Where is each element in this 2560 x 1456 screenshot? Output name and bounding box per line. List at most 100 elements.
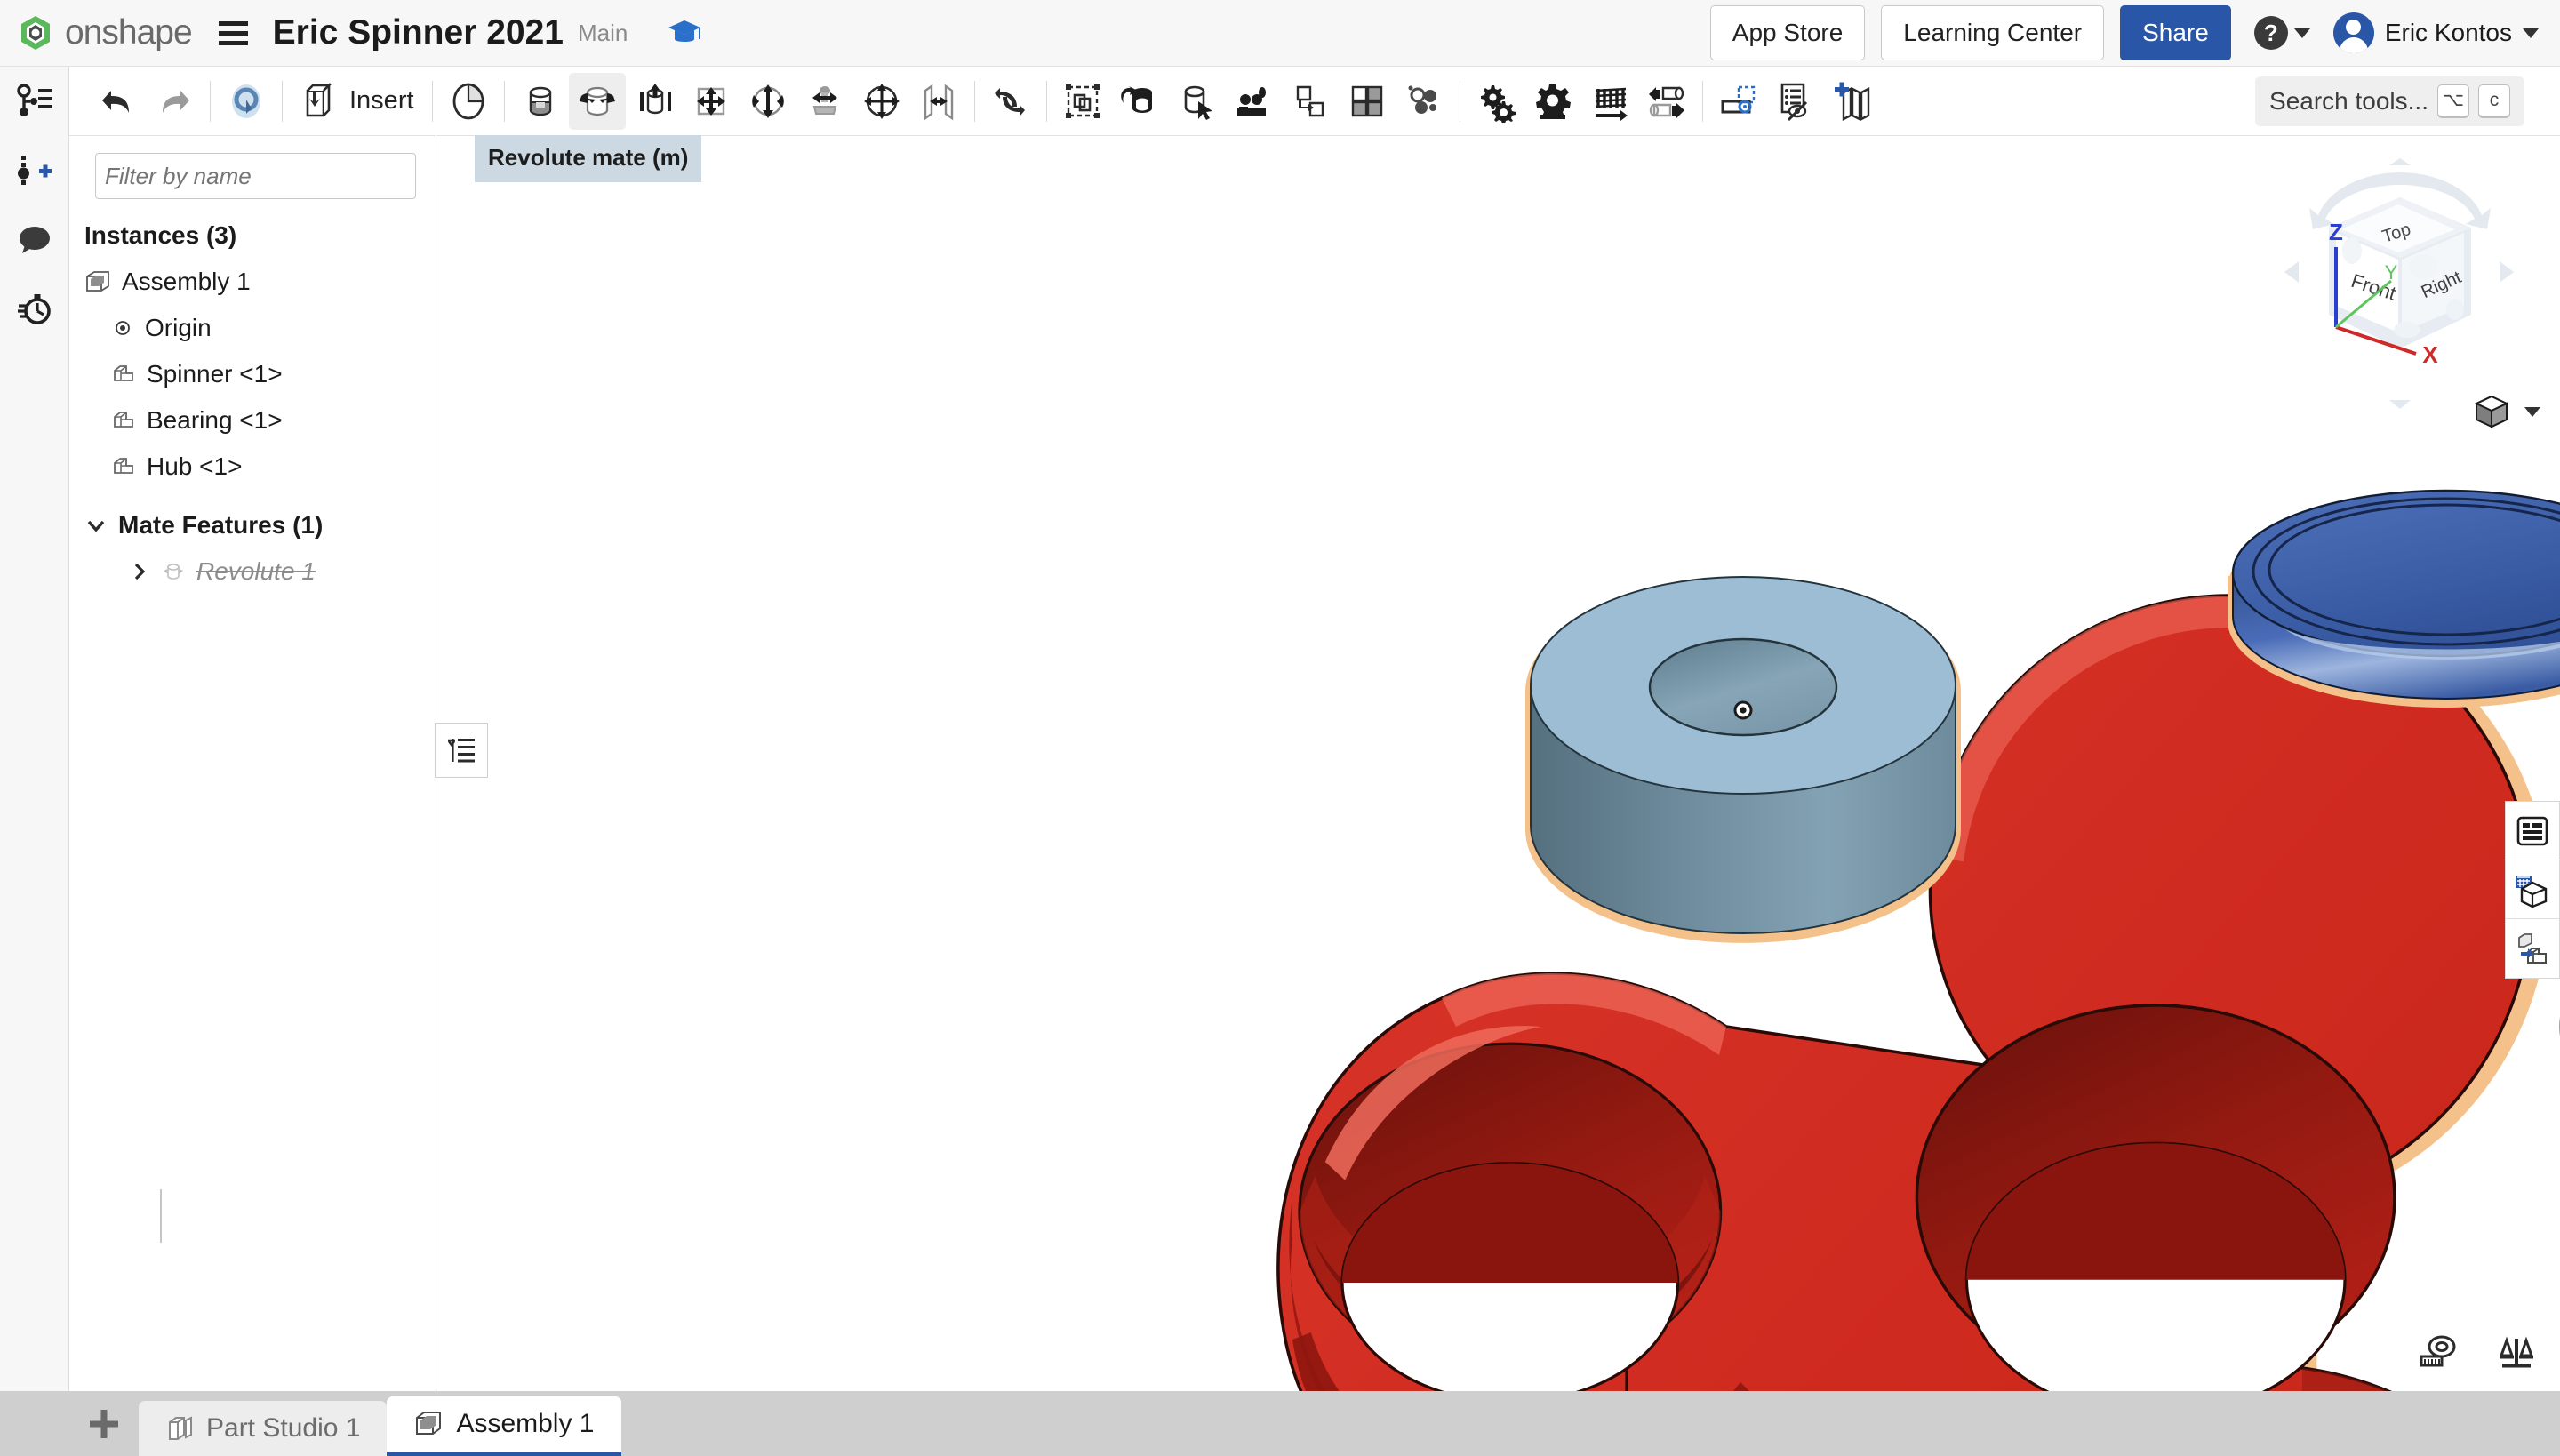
view-cube[interactable]: Top Front Right Z Y X [2267, 158, 2533, 416]
toolbar-divider [1045, 80, 1047, 122]
history-icon[interactable] [0, 275, 69, 344]
help-menu[interactable]: ? [2253, 16, 2310, 50]
tape-measure-icon[interactable] [2418, 1334, 2457, 1370]
mate-connector-icon [452, 83, 484, 119]
toolbar-divider [210, 80, 211, 122]
tab-part-studio-1[interactable]: Part Studio 1 [139, 1401, 388, 1456]
rotate-circle-icon [232, 84, 260, 118]
mate-connector-display-button[interactable] [1710, 73, 1767, 130]
planar-mate-button[interactable] [683, 73, 740, 130]
tab-label: Assembly 1 [456, 1409, 595, 1438]
tree-item-hub[interactable]: Hub <1> [70, 444, 436, 490]
toolbar-divider [973, 80, 975, 122]
mate-relation-button[interactable] [982, 73, 1039, 130]
tree-item-spinner[interactable]: Spinner <1> [70, 351, 436, 397]
search-tools-button[interactable]: Search tools... ⌥ c [2255, 76, 2524, 126]
parallel-mate-button[interactable] [910, 73, 967, 130]
brand-name: onshape [65, 13, 193, 52]
part-studio-icon [169, 1416, 192, 1440]
transform-button[interactable] [218, 73, 275, 130]
revolute-mate-button[interactable] [568, 72, 626, 130]
help-icon: ? [2253, 16, 2288, 50]
chevron-right-icon[interactable] [129, 561, 150, 582]
boolean-button[interactable] [1168, 73, 1225, 130]
header-actions: App Store Learning Center Share ? Eric K… [1694, 5, 2539, 60]
tree-item-revolute-1[interactable]: Revolute 1 [70, 548, 436, 595]
mate-features-header: Mate Features (1) [118, 511, 324, 539]
part-icon [114, 365, 133, 381]
pin-slot-mate-button[interactable] [796, 73, 853, 130]
learning-center-button[interactable]: Learning Center [1881, 5, 2105, 60]
hidden-notes-button[interactable] [1767, 73, 1824, 130]
redo-arrow-icon [163, 90, 189, 113]
undo-button[interactable] [89, 73, 146, 130]
feature-list-icon[interactable] [0, 67, 69, 136]
mate-features-header-row[interactable]: Mate Features (1) [70, 502, 436, 548]
bearing-part[interactable] [1525, 576, 1961, 943]
add-standard-content-icon [1834, 82, 1869, 121]
share-button[interactable]: Share [2120, 5, 2231, 60]
origin-icon [116, 321, 130, 335]
filter-input[interactable] [95, 153, 416, 199]
display-state-icon [2516, 816, 2548, 845]
assembly-icon [416, 1412, 442, 1435]
ball-mate-button[interactable] [853, 73, 910, 130]
group-icon [1065, 84, 1100, 118]
user-menu[interactable]: Eric Kontos [2332, 12, 2539, 53]
appearance-button[interactable] [2506, 919, 2559, 978]
render-button[interactable] [2506, 860, 2559, 919]
slider-mate-button[interactable] [626, 73, 683, 130]
redo-button[interactable] [146, 73, 203, 130]
mate-connector-display-icon [1721, 85, 1755, 113]
scales-icon[interactable] [2498, 1334, 2535, 1370]
tree-item-bearing[interactable]: Bearing <1> [70, 397, 436, 444]
explode-button[interactable] [1339, 73, 1396, 130]
boolean-cylinder-icon [1184, 85, 1212, 120]
3d-viewport[interactable]: Top Front Right Z Y X [436, 136, 2560, 1391]
cad-model[interactable] [436, 136, 2560, 1391]
axis-y-label: Y [2385, 261, 2398, 284]
copy-paste-part-icon [1296, 85, 1324, 116]
fastened-mate-button[interactable] [512, 73, 569, 130]
tree-item-label: Revolute 1 [196, 557, 316, 585]
fastened-mate-icon [529, 86, 551, 116]
tree-item-assembly-1[interactable]: Assembly 1 [70, 259, 436, 305]
view-style-dropdown[interactable] [2471, 392, 2540, 431]
replace-instance-button[interactable] [1111, 73, 1168, 130]
assembly-pattern-button[interactable] [1225, 73, 1282, 130]
hamburger-icon[interactable] [218, 20, 248, 45]
branch-label: Main [577, 19, 628, 46]
undo-arrow-icon [102, 90, 129, 113]
hub-part[interactable] [2228, 489, 2560, 708]
graduation-cap-icon[interactable] [667, 18, 702, 48]
app-store-button[interactable]: App Store [1709, 5, 1866, 60]
insert-button[interactable]: Insert [290, 73, 425, 130]
onshape-logo[interactable]: onshape [16, 13, 193, 52]
tree-item-origin[interactable]: Origin [70, 305, 436, 351]
tab-label: Part Studio 1 [206, 1413, 361, 1443]
display-states-button[interactable] [2506, 802, 2559, 860]
group-button[interactable] [1054, 73, 1111, 130]
mate-connector-button[interactable] [440, 73, 497, 130]
transform-instance-button[interactable] [1638, 73, 1695, 130]
add-tab-button[interactable] [69, 1391, 139, 1456]
configuration-button[interactable] [1468, 73, 1524, 130]
collapse-list-button[interactable] [435, 723, 488, 778]
tab-assembly-1[interactable]: Assembly 1 [387, 1396, 621, 1456]
spring-button[interactable] [1581, 73, 1638, 130]
chevron-down-icon [2293, 28, 2310, 38]
hidden-notes-icon [1780, 83, 1807, 121]
copy-paste-button[interactable] [1282, 73, 1339, 130]
feature-script-button[interactable] [1524, 73, 1581, 130]
toolbar-divider [1701, 80, 1703, 122]
add-standard-content-button[interactable] [1824, 73, 1881, 130]
add-instance-icon[interactable] [0, 136, 69, 205]
assembly-panel: Instances (3) Assembly 1 Origin Spinner … [70, 136, 436, 1391]
toolbar-divider [282, 80, 283, 122]
toolbar-divider [431, 80, 433, 122]
axis-z-label: Z [2329, 219, 2343, 245]
shortcut-key-c: c [2478, 84, 2510, 118]
comment-icon[interactable] [0, 205, 69, 275]
cylindrical-mate-button[interactable] [740, 73, 796, 130]
bill-of-materials-button[interactable] [1396, 73, 1452, 130]
